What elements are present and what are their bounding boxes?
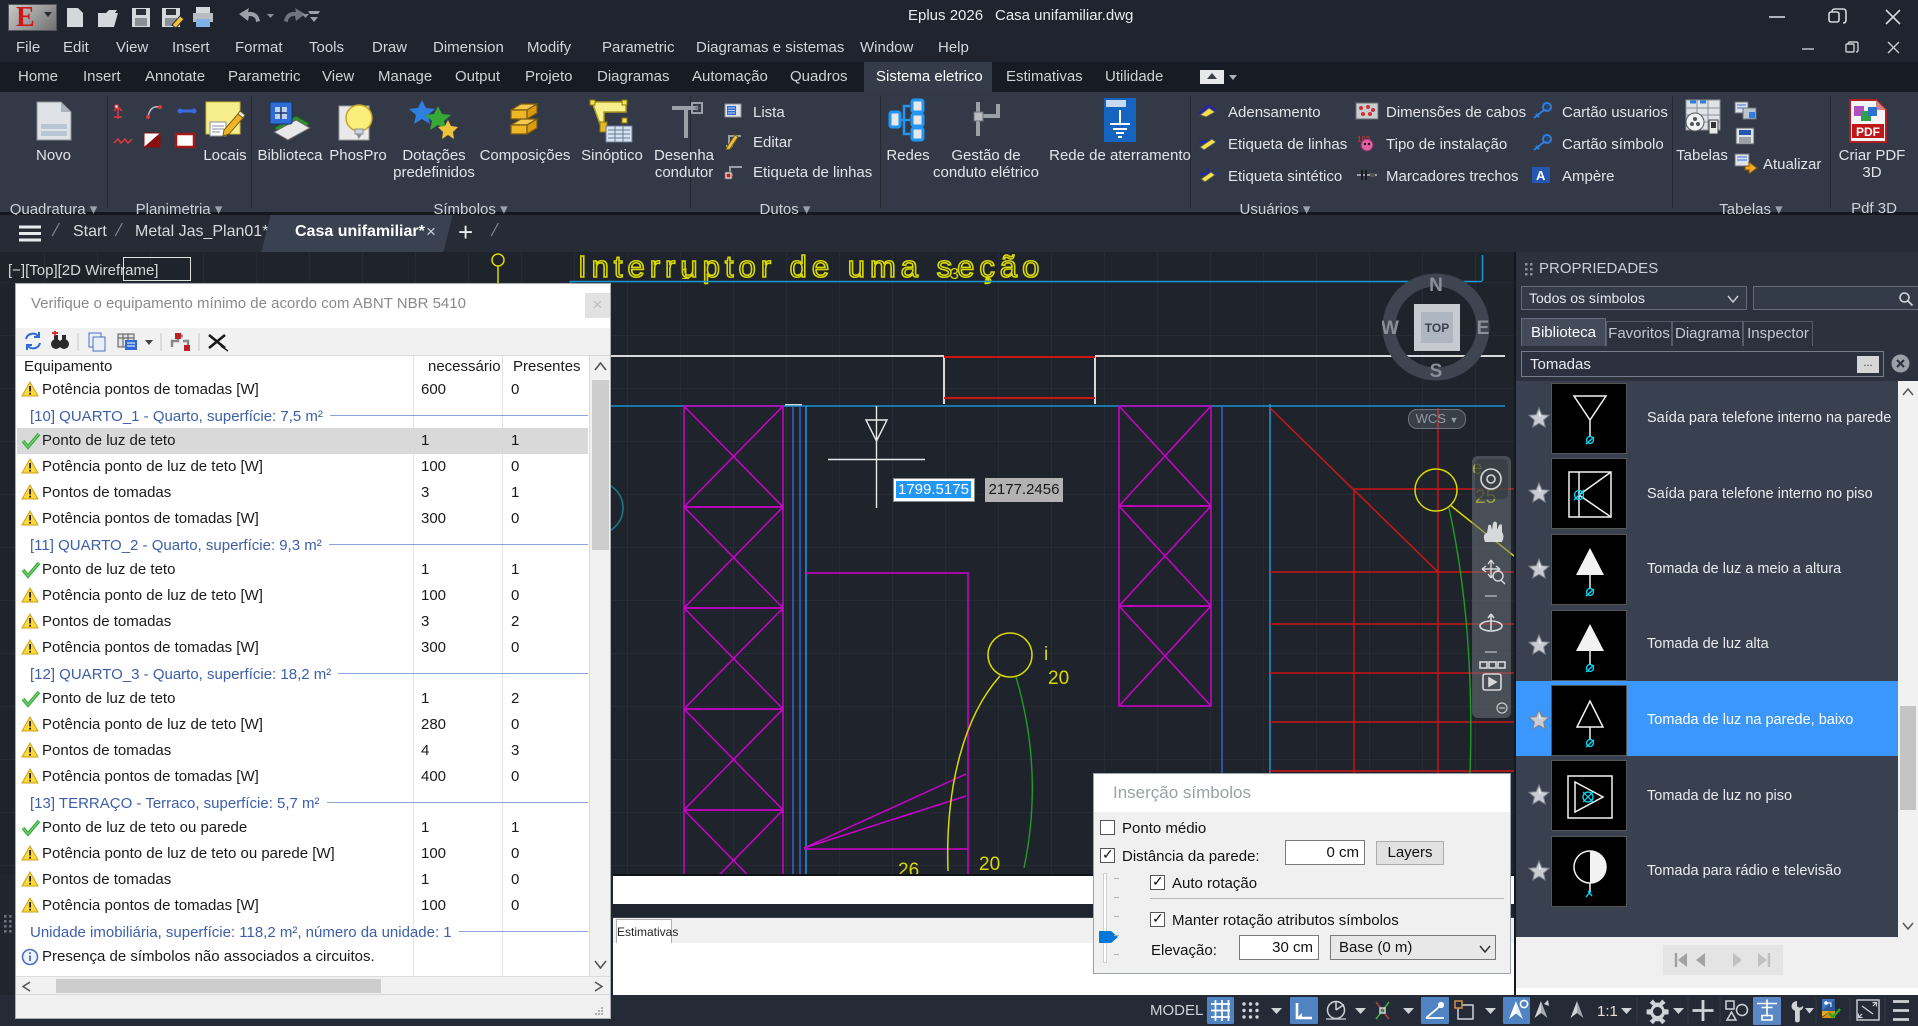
svg-text:1: 1 [1545,105,1549,112]
svg-text:A: A [1536,168,1546,183]
svg-text:W: W [1382,318,1399,339]
svg-text:20: 20 [979,854,1000,874]
svg-text:E: E [1477,318,1490,339]
svg-text:1:1: 1:1 [1597,1003,1618,1020]
svg-text:3: 3 [950,266,959,283]
svg-text:26: 26 [898,860,919,874]
svg-text:TOP: TOP [1425,321,1449,335]
svg-text:i: i [1044,644,1048,665]
svg-text:N: N [1429,275,1443,296]
svg-text:1: 1 [1545,137,1549,144]
svg-text:PDF: PDF [1856,125,1880,139]
svg-text:1: 1 [681,266,690,283]
svg-text:20: 20 [1048,668,1069,689]
svg-text:S: S [1430,361,1443,382]
svg-text:Interruptor de uma seção: Interruptor de uma seção [578,252,1044,284]
